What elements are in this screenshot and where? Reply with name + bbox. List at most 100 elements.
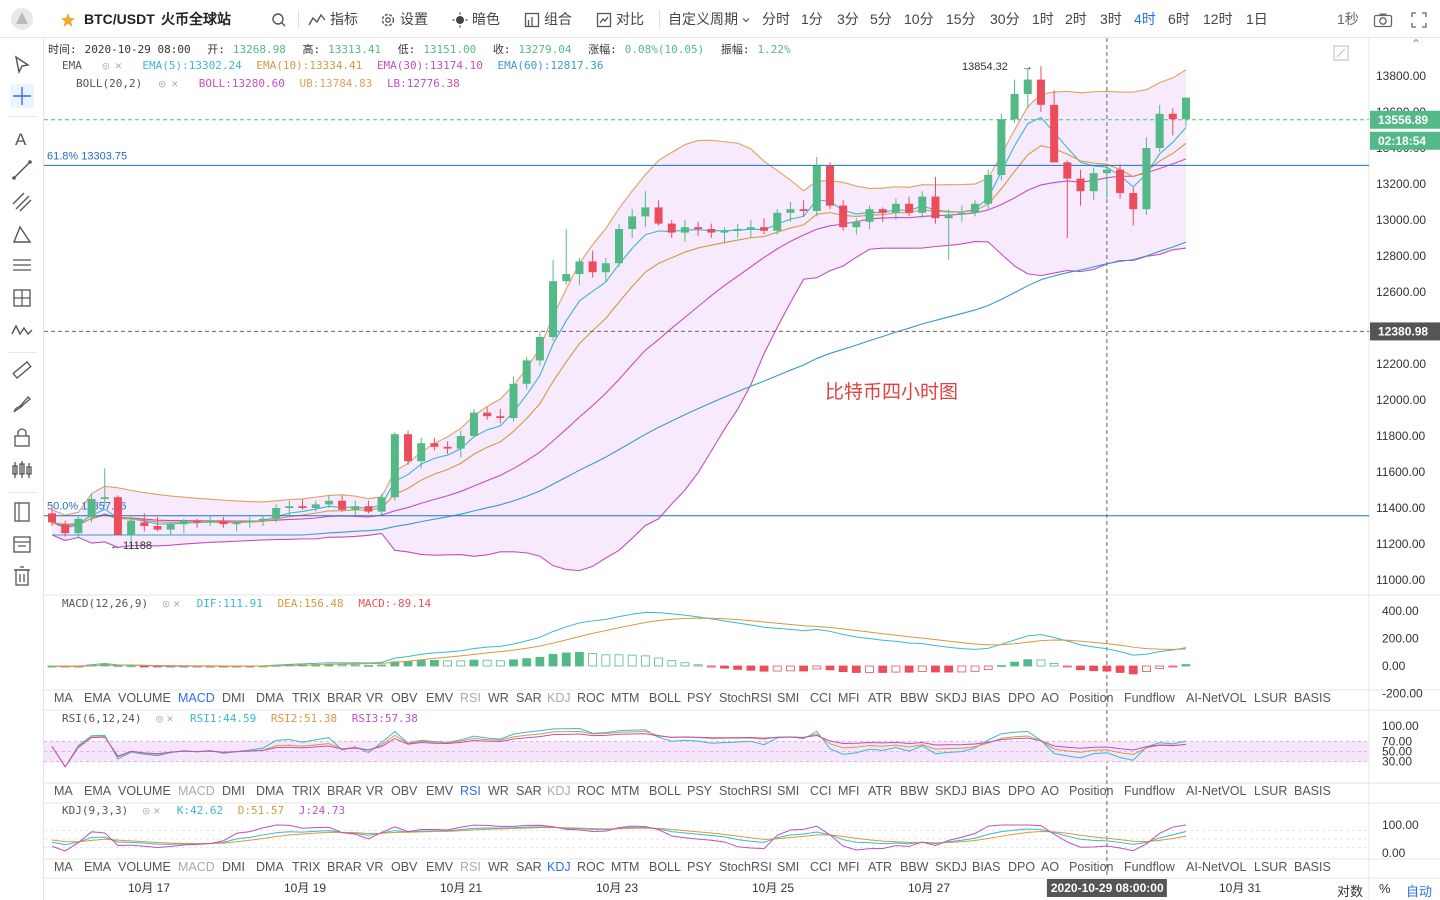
- indicator-tab[interactable]: DMA: [256, 784, 284, 798]
- indicator-tab[interactable]: SMI: [777, 784, 799, 798]
- indicator-tab[interactable]: MACD: [178, 691, 215, 705]
- indicator-tab[interactable]: RSI: [460, 784, 481, 798]
- indicator-tab[interactable]: RSI: [460, 691, 481, 705]
- indicator-tab[interactable]: DMI: [222, 860, 245, 874]
- ruler-icon[interactable]: [10, 358, 34, 382]
- indicator-tab[interactable]: VR: [366, 784, 383, 798]
- indicator-tab[interactable]: BASIS: [1294, 691, 1331, 705]
- indicator-tab[interactable]: MTM: [611, 691, 639, 705]
- indicator-tab[interactable]: CCI: [810, 691, 832, 705]
- indicator-tab[interactable]: MA: [54, 784, 73, 798]
- triangle-tool-icon[interactable]: [10, 222, 34, 246]
- indicator-tab[interactable]: MFI: [838, 860, 860, 874]
- indicator-tab[interactable]: OBV: [391, 784, 417, 798]
- indicator-tab[interactable]: BBW: [900, 691, 928, 705]
- indicator-tab[interactable]: SKDJ: [935, 691, 967, 705]
- eye-icon[interactable]: ◎: [143, 804, 150, 817]
- crosshair-icon[interactable]: [10, 84, 34, 108]
- indicator-tab[interactable]: RSI: [460, 860, 481, 874]
- indicator-tab[interactable]: AI-NetVOL: [1186, 691, 1246, 705]
- close-icon[interactable]: ✕: [153, 804, 160, 817]
- indicator-tab[interactable]: OBV: [391, 860, 417, 874]
- indicator-tab[interactable]: BOLL: [649, 784, 681, 798]
- wave-pattern-icon[interactable]: [10, 318, 34, 342]
- indicator-tab[interactable]: VOLUME: [118, 860, 171, 874]
- trash-icon[interactable]: [10, 564, 34, 588]
- indicator-tab[interactable]: DMA: [256, 860, 284, 874]
- indicator-tab[interactable]: WR: [488, 860, 509, 874]
- custom-period-dropdown[interactable]: 自定义周期: [668, 0, 750, 38]
- close-icon[interactable]: ✕: [173, 597, 180, 610]
- indicator-tab[interactable]: EMA: [84, 784, 111, 798]
- indicator-tab[interactable]: EMA: [84, 860, 111, 874]
- indicator-tab[interactable]: ROC: [577, 860, 605, 874]
- indicator-tab[interactable]: DMI: [222, 691, 245, 705]
- indicator-tab[interactable]: BRAR: [327, 691, 362, 705]
- interval-tab[interactable]: 5分: [870, 0, 892, 38]
- fibonacci-icon[interactable]: [10, 254, 34, 278]
- indicator-tab[interactable]: BRAR: [327, 860, 362, 874]
- indicator-tab[interactable]: LSUR: [1254, 860, 1287, 874]
- trendline-icon[interactable]: [10, 158, 34, 182]
- indicator-tab[interactable]: AI-NetVOL: [1186, 860, 1246, 874]
- indicator-tab[interactable]: PSY: [687, 784, 712, 798]
- indicator-tab[interactable]: PSY: [687, 691, 712, 705]
- indicator-tab[interactable]: WR: [488, 784, 509, 798]
- indicator-tab[interactable]: BOLL: [649, 691, 681, 705]
- indicator-tab[interactable]: DPO: [1008, 691, 1035, 705]
- interval-tab[interactable]: 3分: [837, 0, 859, 38]
- indicator-tab[interactable]: EMV: [426, 691, 453, 705]
- indicator-tab[interactable]: CCI: [810, 784, 832, 798]
- indicator-tab[interactable]: DPO: [1008, 860, 1035, 874]
- eye-icon[interactable]: ◎: [159, 77, 166, 90]
- indicator-tab[interactable]: TRIX: [292, 784, 320, 798]
- indicator-tab[interactable]: SKDJ: [935, 784, 967, 798]
- indicator-tab[interactable]: SKDJ: [935, 860, 967, 874]
- indicators-button[interactable]: 指标: [308, 0, 358, 38]
- candle-settings-icon[interactable]: [10, 458, 34, 482]
- indicator-tab[interactable]: LSUR: [1254, 691, 1287, 705]
- eye-icon[interactable]: ◎: [163, 597, 170, 610]
- interval-tab[interactable]: 2时: [1065, 0, 1087, 38]
- indicator-tab[interactable]: SMI: [777, 860, 799, 874]
- calendar-edit-icon[interactable]: [10, 532, 34, 556]
- indicator-tab[interactable]: SAR: [516, 784, 542, 798]
- indicator-tab[interactable]: Position: [1069, 784, 1113, 798]
- eye-icon[interactable]: ◎: [156, 712, 163, 725]
- indicator-tab[interactable]: Fundflow: [1124, 691, 1175, 705]
- log-scale-toggle[interactable]: 对数: [1337, 881, 1363, 900]
- indicator-tab[interactable]: ROC: [577, 784, 605, 798]
- chart-canvas[interactable]: 13800.0013600.0013400.0013200.0013000.00…: [44, 38, 1440, 900]
- indicator-tab[interactable]: MA: [54, 860, 73, 874]
- interval-tab[interactable]: 30分: [990, 0, 1020, 38]
- indicator-tab[interactable]: AO: [1041, 860, 1059, 874]
- interval-tab[interactable]: 4时: [1134, 0, 1156, 38]
- interval-tab[interactable]: 3时: [1100, 0, 1122, 38]
- theme-button[interactable]: 暗色: [452, 0, 500, 38]
- indicator-tab[interactable]: MACD: [178, 784, 215, 798]
- interval-tab[interactable]: 10分: [904, 0, 934, 38]
- text-tool-icon[interactable]: A: [10, 126, 34, 150]
- indicator-tab[interactable]: ATR: [868, 784, 892, 798]
- indicator-tab[interactable]: DMA: [256, 691, 284, 705]
- indicator-tab[interactable]: Fundflow: [1124, 784, 1175, 798]
- indicator-tab[interactable]: StochRSI: [719, 691, 772, 705]
- indicator-tab[interactable]: CCI: [810, 860, 832, 874]
- measure-box-icon[interactable]: [10, 286, 34, 310]
- indicator-tab[interactable]: ATR: [868, 691, 892, 705]
- interval-tab[interactable]: 15分: [946, 0, 976, 38]
- indicator-tab[interactable]: BIAS: [972, 860, 1001, 874]
- indicator-tab[interactable]: SAR: [516, 860, 542, 874]
- indicator-tab[interactable]: KDJ: [547, 691, 571, 705]
- indicator-tab[interactable]: BBW: [900, 860, 928, 874]
- indicator-tab[interactable]: MACD: [178, 860, 215, 874]
- indicator-tab[interactable]: AI-NetVOL: [1186, 784, 1246, 798]
- chart-area[interactable]: 13800.0013600.0013400.0013200.0013000.00…: [44, 38, 1440, 900]
- exchange-name[interactable]: 火币全球站: [161, 0, 231, 38]
- camera-icon[interactable]: [1373, 0, 1393, 38]
- close-icon[interactable]: ✕: [167, 712, 174, 725]
- indicator-tab[interactable]: VOLUME: [118, 691, 171, 705]
- indicator-tab[interactable]: Position: [1069, 860, 1113, 874]
- indicator-tab[interactable]: AO: [1041, 784, 1059, 798]
- indicator-tab[interactable]: BIAS: [972, 784, 1001, 798]
